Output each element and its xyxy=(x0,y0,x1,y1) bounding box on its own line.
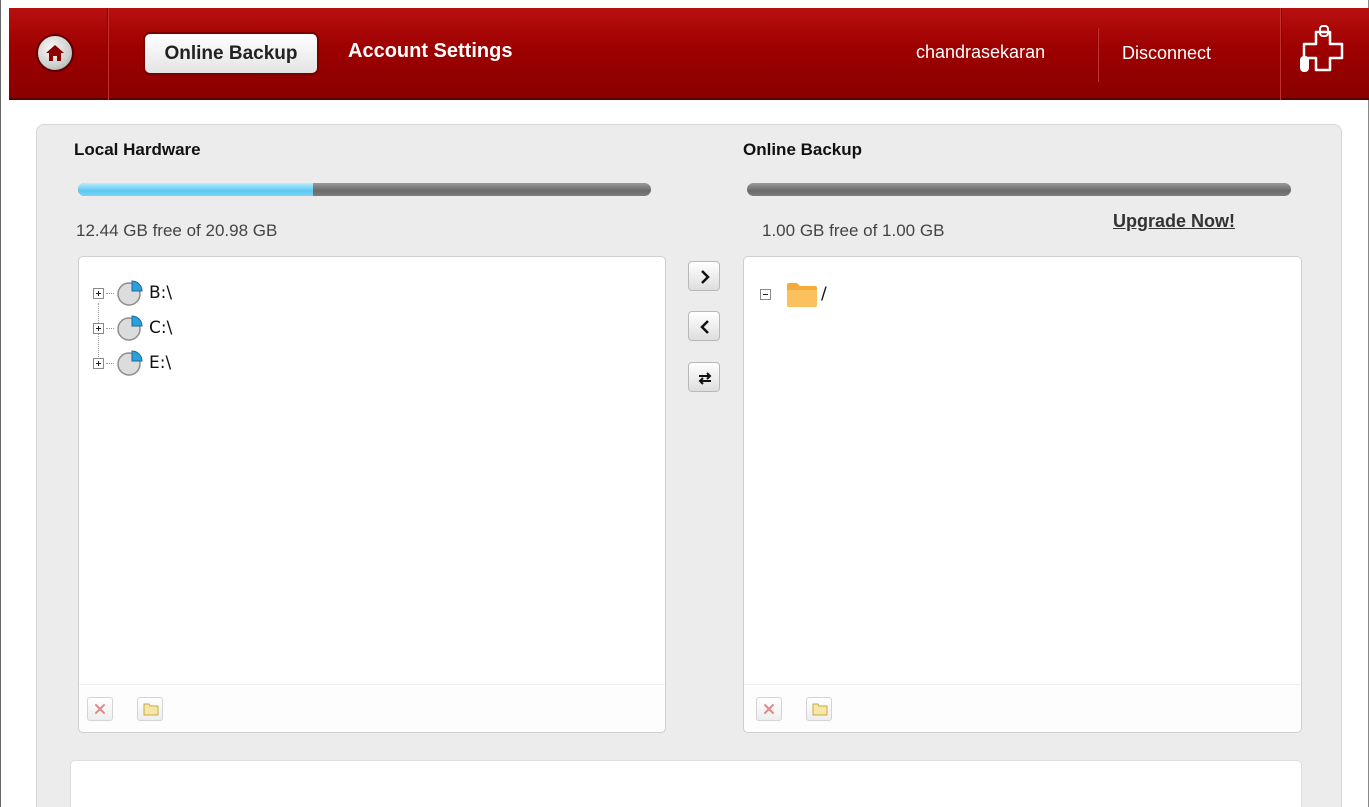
tree-connector xyxy=(106,292,114,294)
disconnect-link[interactable]: Disconnect xyxy=(1122,43,1211,64)
upgrade-now-link[interactable]: Upgrade Now! xyxy=(1113,211,1235,232)
tree-connector xyxy=(106,362,114,364)
local-hardware-title: Local Hardware xyxy=(74,140,201,159)
home-icon xyxy=(46,45,64,61)
expand-toggle[interactable] xyxy=(93,287,104,299)
new-folder-icon xyxy=(143,703,159,716)
local-new-folder-button[interactable] xyxy=(137,697,163,721)
delete-icon xyxy=(764,704,774,714)
arrow-left-icon xyxy=(700,320,709,334)
tree-node-drive[interactable]: C:\ xyxy=(93,313,172,343)
online-free-text: 1.00 GB free of 1.00 GB xyxy=(762,221,944,241)
drive-label: C:\ xyxy=(149,318,173,338)
drive-icon xyxy=(117,350,143,376)
root-folder-label: / xyxy=(821,284,827,304)
drive-icon xyxy=(117,280,143,306)
logo-icon xyxy=(1300,25,1344,72)
local-total-value: 20.98 xyxy=(205,221,249,240)
expand-toggle[interactable] xyxy=(93,322,104,334)
online-usage-bar xyxy=(747,183,1291,196)
sync-icon xyxy=(698,372,712,385)
local-free-text: 12.44 GB free of 20.98 GB xyxy=(76,221,277,241)
tree-node-drive[interactable]: E:\ xyxy=(93,348,171,378)
local-free-unit: GB free of xyxy=(123,221,201,240)
local-tree-toolbar xyxy=(79,684,665,732)
online-free-unit: GB free of xyxy=(799,221,878,240)
delete-icon xyxy=(95,704,105,714)
home-button[interactable] xyxy=(36,34,74,72)
online-tree-panel xyxy=(743,256,1302,733)
local-free-value: 12.44 xyxy=(76,221,119,240)
local-delete-button[interactable] xyxy=(87,697,113,721)
online-free-value: 1.00 xyxy=(762,221,796,240)
home-section xyxy=(9,8,108,100)
local-usage-bar xyxy=(78,183,651,196)
logo-section xyxy=(1281,8,1369,100)
sync-button[interactable] xyxy=(688,362,720,392)
upload-button[interactable] xyxy=(688,261,720,291)
online-backup-title: Online Backup xyxy=(743,140,863,159)
drive-label: E:\ xyxy=(149,353,172,373)
local-total-unit: GB xyxy=(252,221,278,240)
folder-icon xyxy=(787,283,817,307)
top-navigation-bar: Online Backup Account Settings chandrase… xyxy=(9,8,1369,100)
tab-online-backup[interactable]: Online Backup xyxy=(143,32,319,75)
online-new-folder-button[interactable] xyxy=(806,697,832,721)
tree-node-drive[interactable]: B:\ xyxy=(93,278,172,308)
collapse-toggle[interactable] xyxy=(760,288,771,300)
username-label: chandrasekaran xyxy=(916,42,1046,62)
arrow-right-icon xyxy=(701,270,710,284)
status-area xyxy=(70,760,1302,807)
header-divider xyxy=(1097,28,1098,82)
download-button[interactable] xyxy=(688,311,720,341)
online-total-unit: GB xyxy=(919,221,945,240)
drive-icon xyxy=(117,315,143,341)
new-folder-icon xyxy=(812,703,828,716)
drive-label: B:\ xyxy=(149,283,173,303)
online-delete-button[interactable] xyxy=(756,697,782,721)
online-tree-toolbar xyxy=(744,684,1301,732)
expand-toggle[interactable] xyxy=(93,357,104,369)
online-total-value: 1.00 xyxy=(882,221,916,240)
tab-account-settings[interactable]: Account Settings xyxy=(348,40,512,63)
local-usage-fill xyxy=(78,183,313,196)
tree-node-root-folder[interactable]: / xyxy=(760,279,827,309)
tree-connector xyxy=(106,327,114,329)
